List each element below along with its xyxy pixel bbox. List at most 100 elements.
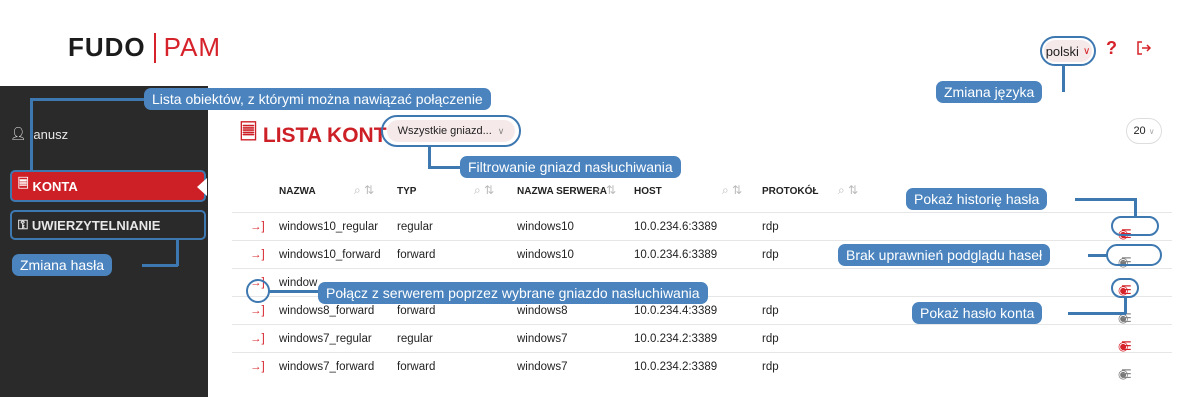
sidebar-item-uwierzytelnianie[interactable]: ⚿ UWIERZYTELNIANIE [10, 210, 206, 240]
callout-change-password: Zmiana hasła [12, 254, 113, 276]
account-type: forward [397, 361, 436, 373]
callout-connect: Połącz z serwerem poprzez wybrane gniazd… [318, 282, 708, 304]
server-name: windows7 [517, 361, 568, 373]
key-icon: ⚿ [18, 217, 28, 232]
connector-line [176, 240, 179, 266]
connector-line [428, 146, 431, 166]
connect-icon[interactable]: →] [250, 333, 265, 345]
search-icon[interactable]: ⌕ ⇅ [596, 183, 616, 198]
protocol: rdp [762, 249, 779, 261]
column-header-type[interactable]: TYP [397, 186, 416, 197]
connector-line [428, 166, 462, 169]
listener-filter-value: Wszystkie gniazd... [397, 125, 492, 137]
language-select[interactable]: polski ∨ [1044, 40, 1092, 62]
search-icon[interactable]: ⌕ ⇅ [474, 183, 494, 198]
host: 10.0.234.6:3389 [634, 221, 718, 233]
user-info[interactable]: 👤︎ janusz [10, 126, 68, 142]
connector-line [142, 264, 178, 267]
per-page-value: 20 [1133, 125, 1146, 137]
account-name: window [279, 277, 318, 289]
chevron-down-icon: ∨ [1148, 126, 1155, 136]
chevron-down-icon: ∨ [497, 125, 505, 136]
column-header-protocol[interactable]: PROTOKÓŁ [762, 186, 818, 197]
history-highlight [1111, 216, 1159, 236]
table-row: →] windows7_regular regular windows7 10.… [232, 324, 1172, 353]
history-icon[interactable]: ☰ [1121, 367, 1132, 381]
logo-brand: FUDO [68, 32, 146, 62]
document-icon: 🗏 [240, 121, 257, 144]
connect-icon[interactable]: →] [250, 361, 265, 373]
column-header-host[interactable]: HOST [634, 186, 662, 197]
search-icon[interactable]: ⌕ ⇅ [354, 183, 374, 198]
connect-icon[interactable]: →] [250, 221, 265, 233]
username: janusz [30, 126, 69, 142]
account-name: windows10_forward [279, 249, 381, 261]
server-name: windows10 [517, 221, 574, 233]
connector-line [1062, 66, 1065, 92]
listener-filter-highlight: Wszystkie gniazd... ∨ [381, 115, 521, 147]
protocol: rdp [762, 221, 779, 233]
connector-line [268, 290, 320, 293]
callout-password-history: Pokaż historię hasła [906, 188, 1048, 210]
show-password-highlight [1111, 278, 1139, 298]
language-value: polski [1045, 43, 1079, 59]
sidebar-item-label: UWIERZYTELNIANIE [31, 217, 161, 233]
host: 10.0.234.4:3389 [634, 305, 718, 317]
language-highlight: polski ∨ [1040, 36, 1096, 66]
document-icon: 🗏 [18, 176, 29, 191]
search-icon[interactable]: ⌕ ⇅ [722, 183, 742, 198]
listener-filter-select[interactable]: Wszystkie gniazd... ∨ [387, 120, 515, 142]
callout-change-language: Zmiana języka [936, 81, 1043, 103]
table-row: →] windows7_forward forward windows7 10.… [232, 352, 1172, 381]
account-name: windows7_forward [279, 361, 375, 373]
column-header-name[interactable]: NAZWA [279, 186, 316, 197]
connector-line [1075, 198, 1135, 201]
connector-line [1124, 296, 1127, 314]
history-icon[interactable]: ☰ [1121, 339, 1132, 353]
connect-highlight [246, 279, 270, 303]
connector-line [30, 98, 33, 170]
account-type: forward [397, 305, 436, 317]
column-header-server[interactable]: NAZWA SERWERA [517, 186, 607, 197]
host: 10.0.234.6:3389 [634, 249, 718, 261]
callout-object-list: Lista obiektów, z którymi można nawiązać… [144, 88, 491, 110]
account-type: forward [397, 249, 436, 261]
account-name: windows10_regular [279, 221, 379, 233]
table-row: →] windows10_regular regular windows10 1… [232, 212, 1172, 241]
logo-product: PAM [163, 32, 222, 62]
connect-icon[interactable]: →] [250, 305, 265, 317]
account-name: windows8_forward [279, 305, 375, 317]
server-name: windows10 [517, 249, 574, 261]
page-title: 🗏 LISTA KONT [240, 118, 387, 153]
sidebar-item-konta[interactable]: 🗏 KONTA [10, 170, 207, 202]
per-page-select[interactable]: 20 ∨ [1126, 118, 1162, 144]
no-permission-highlight [1106, 244, 1162, 266]
chevron-down-icon: ∨ [1082, 45, 1091, 57]
callout-show-password: Pokaż hasło konta [912, 302, 1043, 324]
logo-divider [153, 32, 156, 63]
active-indicator [197, 178, 207, 196]
page-title-text: LISTA KONT [262, 123, 387, 147]
connector-line [1068, 312, 1126, 315]
connect-icon[interactable]: →] [250, 249, 265, 261]
account-type: regular [397, 221, 433, 233]
host: 10.0.234.2:3389 [634, 333, 718, 345]
search-icon[interactable]: ⌕ ⇅ [838, 183, 858, 198]
callout-listener-filter: Filtrowanie gniazd nasłuchiwania [460, 156, 681, 178]
logout-icon[interactable] [1136, 40, 1152, 56]
host: 10.0.234.2:3389 [634, 361, 718, 373]
connector-line [1134, 198, 1137, 216]
protocol: rdp [762, 305, 779, 317]
protocol: rdp [762, 333, 779, 345]
connector-line [1088, 254, 1108, 257]
logo: FUDO PAM [68, 32, 221, 63]
header: FUDO PAM polski ∨ ? [0, 0, 1186, 86]
account-type: regular [397, 333, 433, 345]
user-icon: 👤︎ [10, 126, 27, 141]
server-name: windows7 [517, 333, 568, 345]
protocol: rdp [762, 361, 779, 373]
connector-line [30, 98, 150, 101]
server-name: windows8 [517, 305, 568, 317]
help-icon[interactable]: ? [1106, 38, 1117, 59]
callout-no-permission: Brak uprawnień podglądu haseł [838, 244, 1051, 266]
